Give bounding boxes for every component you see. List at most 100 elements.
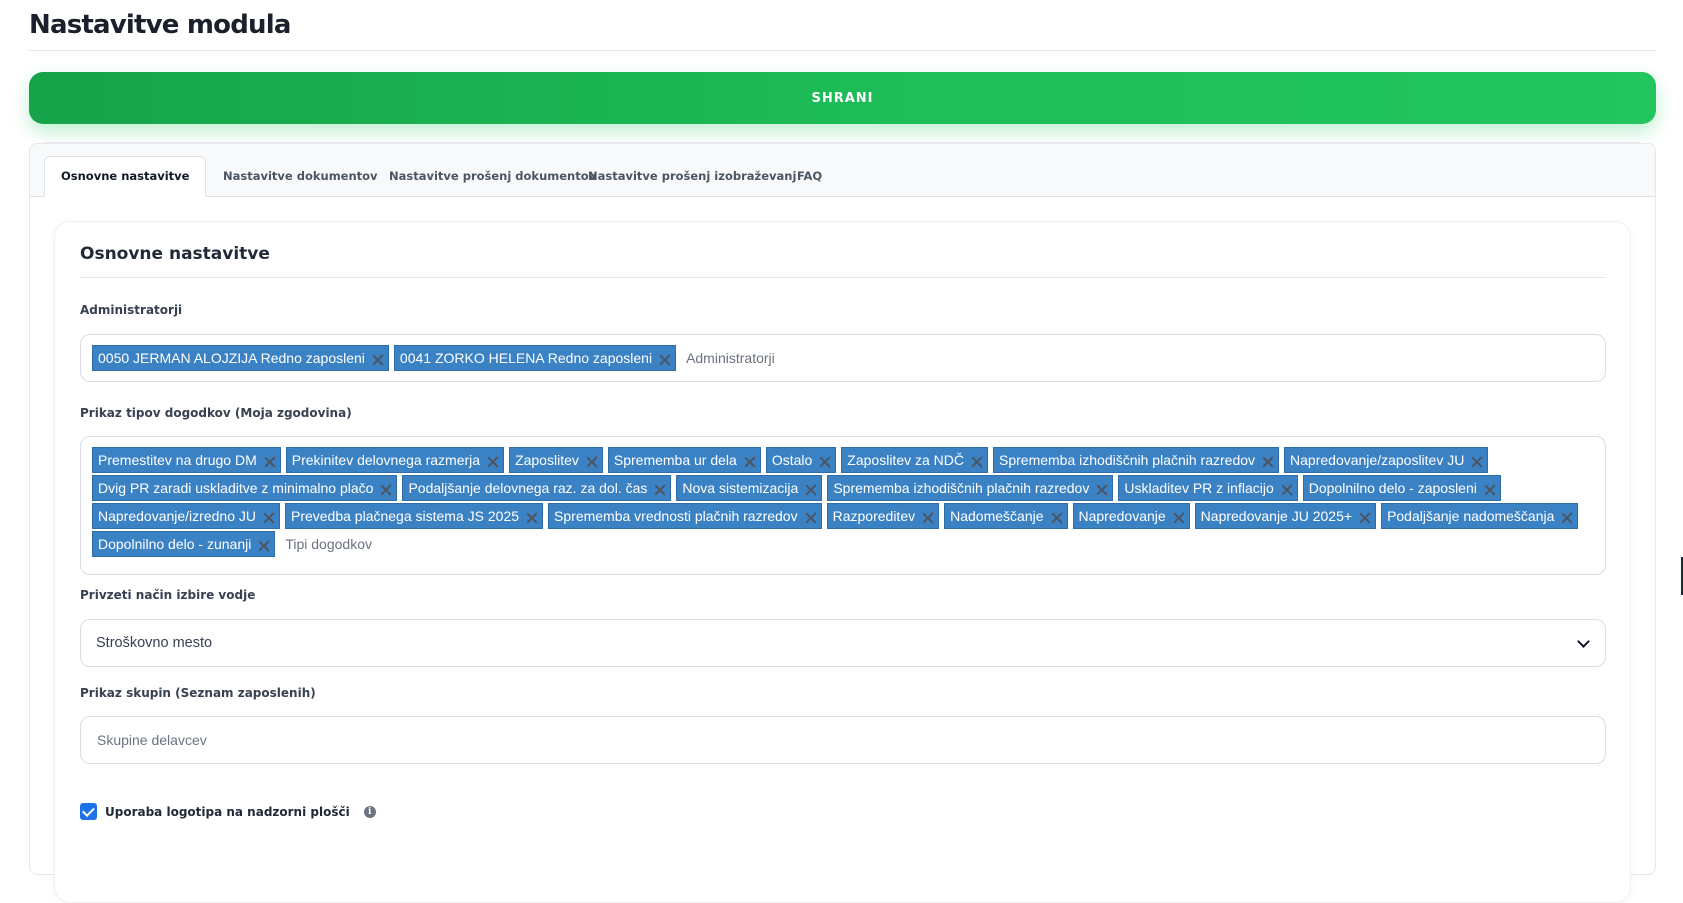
close-icon[interactable] <box>258 540 270 552</box>
close-icon[interactable] <box>805 484 817 496</box>
tabs-bar: Osnovne nastavitve Nastavitve dokumentov… <box>30 144 1655 197</box>
event-type-tag: Sprememba izhodiščnih plačnih razredov <box>827 475 1114 501</box>
groups-label: Prikaz skupin (Seznam zaposlenih) <box>80 686 316 700</box>
logo-option-row: Uporaba logotipa na nadzorni plošči i <box>80 803 376 820</box>
leader-selection-value: Stroškovno mesto <box>96 635 213 651</box>
event-type-tag: Podaljšanje nadomeščanja <box>1381 503 1579 529</box>
event-type-tag: Prevedba plačnega sistema JS 2025 <box>284 503 544 529</box>
close-icon[interactable] <box>586 456 598 468</box>
event-type-tag-label: Nadomeščanje <box>950 508 1044 524</box>
administrators-tag-list: 0050 JERMAN ALOJZIJA Redno zaposleni 0041… <box>92 345 1595 371</box>
administrators-label: Administratorji <box>80 303 183 317</box>
event-type-tag: Premestitev na drugo DM <box>92 447 281 473</box>
close-icon[interactable] <box>1471 456 1483 468</box>
event-type-tag-label: Podaljšanje nadomeščanja <box>1387 508 1555 524</box>
page-title: Nastavitve modula <box>29 10 291 40</box>
close-icon[interactable] <box>1561 512 1573 524</box>
close-icon[interactable] <box>380 484 392 496</box>
section-divider <box>80 277 1606 278</box>
administrators-search-input[interactable] <box>681 345 862 371</box>
administrator-tag: 0050 JERMAN ALOJZIJA Redno zaposleni <box>92 345 389 371</box>
event-type-tag: Sprememba ur dela <box>607 447 761 473</box>
event-type-tag-label: Dvig PR zaradi uskladitve z minimalno pl… <box>98 480 374 496</box>
close-icon[interactable] <box>487 456 499 468</box>
close-icon[interactable] <box>1051 512 1063 524</box>
administrator-tag-label: 0050 JERMAN ALOJZIJA Redno zaposleni <box>98 350 365 366</box>
groups-search-input[interactable] <box>92 727 282 753</box>
event-type-tag-label: Uskladitev PR z inflacijo <box>1124 480 1274 496</box>
settings-panel: Osnovne nastavitve Nastavitve dokumentov… <box>29 143 1656 903</box>
event-type-tag: Napredovanje <box>1072 503 1190 529</box>
event-type-tag: Ostalo <box>765 447 837 473</box>
event-type-tag-label: Sprememba izhodiščnih plačnih razredov <box>833 480 1090 496</box>
close-icon[interactable] <box>819 456 831 468</box>
tab-nastavitve-dokumentov[interactable]: Nastavitve dokumentov <box>207 156 394 197</box>
event-types-search-input[interactable] <box>280 531 461 557</box>
logo-option-checkbox[interactable] <box>80 803 97 820</box>
settings-card: Osnovne nastavitve Administratorji 0050 … <box>54 221 1631 903</box>
event-type-tag-label: Napredovanje/zaposlitev JU <box>1290 452 1465 468</box>
close-icon[interactable] <box>659 354 671 366</box>
event-types-label: Prikaz tipov dogodkov (Moja zgodovina) <box>80 406 352 420</box>
event-type-tag-label: Razporeditev <box>832 508 916 524</box>
close-icon[interactable] <box>654 484 666 496</box>
event-type-tag-label: Dopolnilno delo - zaposleni <box>1308 480 1477 496</box>
leader-selection-select[interactable]: Stroškovno mesto <box>80 619 1606 667</box>
event-type-tag-label: Ostalo <box>771 452 813 468</box>
close-icon[interactable] <box>1359 512 1371 524</box>
close-icon[interactable] <box>526 512 538 524</box>
tab-nastavitve-prosenj-izobrazevanj[interactable]: Nastavitve prošenj izobraževanj <box>572 156 812 197</box>
logo-option-label: Uporaba logotipa na nadzorni plošči <box>105 804 350 819</box>
close-icon[interactable] <box>1173 512 1185 524</box>
event-type-tag-label: Nova sistemizacija <box>682 480 799 496</box>
event-type-tag-label: Sprememba ur dela <box>613 452 737 468</box>
close-icon[interactable] <box>1262 456 1274 468</box>
event-type-tag: Dopolnilno delo - zunanji <box>92 531 276 557</box>
event-type-tag: Dopolnilno delo - zaposleni <box>1302 475 1501 501</box>
administrators-multiselect[interactable]: 0050 JERMAN ALOJZIJA Redno zaposleni 0041… <box>80 334 1606 382</box>
administrator-tag: 0041 ZORKO HELENA Redno zaposleni <box>393 345 677 371</box>
title-divider <box>29 50 1656 51</box>
chevron-down-icon <box>1577 634 1590 648</box>
event-type-tag: Razporeditev <box>826 503 940 529</box>
event-type-tag: Napredovanje/izredno JU <box>92 503 280 529</box>
close-icon[interactable] <box>1281 484 1293 496</box>
administrator-tag-label: 0041 ZORKO HELENA Redno zaposleni <box>399 350 653 366</box>
event-type-tag-label: Zaposlitev za NDČ <box>847 452 964 468</box>
close-icon[interactable] <box>1096 484 1108 496</box>
event-type-tag-label: Sprememba izhodiščnih plačnih razredov <box>999 452 1256 468</box>
groups-multiselect[interactable] <box>80 716 1606 764</box>
section-title: Osnovne nastavitve <box>80 244 270 264</box>
event-type-tag: Podaljšanje delovnega raz. za dol. čas <box>402 475 672 501</box>
event-type-tag-label: Sprememba vrednosti plačnih razredov <box>554 508 798 524</box>
leader-selection-label: Privzeti način izbire vodje <box>80 588 256 602</box>
close-icon[interactable] <box>264 456 276 468</box>
info-icon[interactable]: i <box>363 805 376 818</box>
event-type-tag: Uskladitev PR z inflacijo <box>1118 475 1298 501</box>
event-types-multiselect[interactable]: Premestitev na drugo DM Prekinitev delovn… <box>80 436 1606 575</box>
event-type-tag-label: Napredovanje/izredno JU <box>98 508 256 524</box>
event-type-tag: Nadomeščanje <box>944 503 1068 529</box>
event-type-tag: Napredovanje/zaposlitev JU <box>1284 447 1489 473</box>
close-icon[interactable] <box>922 512 934 524</box>
tab-faq[interactable]: FAQ <box>781 156 838 197</box>
event-type-tag-label: Napredovanje JU 2025+ <box>1200 508 1353 524</box>
event-type-tag: Sprememba vrednosti plačnih razredov <box>548 503 822 529</box>
event-type-tag: Dvig PR zaradi uskladitve z minimalno pl… <box>92 475 398 501</box>
close-icon[interactable] <box>372 354 384 366</box>
close-icon[interactable] <box>805 512 817 524</box>
close-icon[interactable] <box>1484 484 1496 496</box>
tab-osnovne-nastavitve[interactable]: Osnovne nastavitve <box>44 156 207 197</box>
event-type-tag-label: Prevedba plačnega sistema JS 2025 <box>290 508 520 524</box>
event-types-tag-list: Premestitev na drugo DM Prekinitev delovn… <box>92 447 1595 557</box>
event-type-tag-label: Prekinitev delovnega razmerja <box>291 452 481 468</box>
close-icon[interactable] <box>263 512 275 524</box>
save-button[interactable]: SHRANI <box>29 72 1656 124</box>
event-type-tag-label: Napredovanje <box>1078 508 1166 524</box>
event-type-tag: Sprememba izhodiščnih plačnih razredov <box>993 447 1280 473</box>
close-icon[interactable] <box>744 456 756 468</box>
event-type-tag-label: Premestitev na drugo DM <box>98 452 257 468</box>
close-icon[interactable] <box>971 456 983 468</box>
event-type-tag-label: Zaposlitev <box>515 452 579 468</box>
event-type-tag: Zaposlitev za NDČ <box>841 447 988 473</box>
